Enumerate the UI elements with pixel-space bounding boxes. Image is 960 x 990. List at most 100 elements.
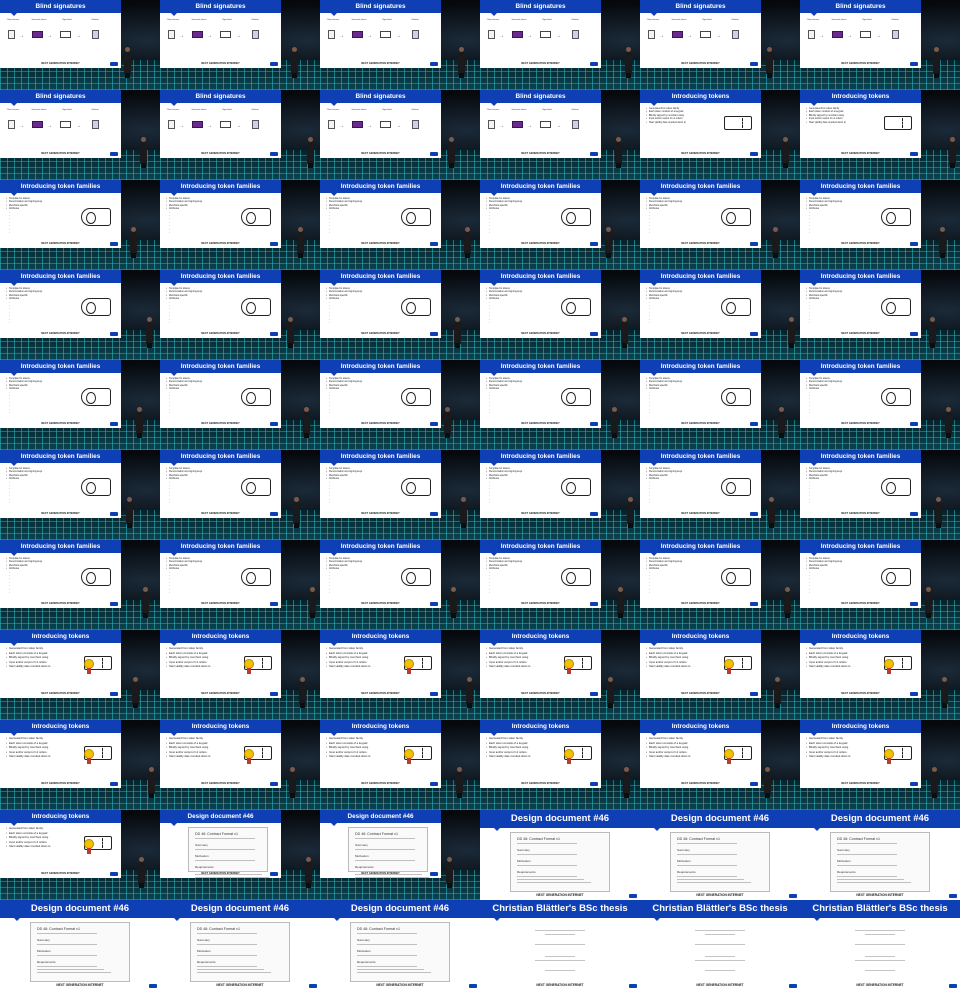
- projected-slide: Blind signatures Client chooses Generates …: [0, 0, 121, 68]
- slide-title: Design document #46: [320, 900, 480, 918]
- video-frame[interactable]: Design document #46 DD 46: Contract Forma…: [640, 810, 800, 900]
- title-notch: [811, 643, 817, 646]
- video-frame[interactable]: Introducing token families Template for t…: [800, 540, 960, 630]
- slide-footer: NEXT GENERATION INTERNET: [41, 692, 80, 695]
- title-notch: [11, 193, 17, 196]
- video-frame[interactable]: Design document #46 DD 46: Contract Forma…: [320, 900, 480, 990]
- video-frame[interactable]: Introducing token families Template for t…: [0, 180, 160, 270]
- step-label: Unblinds: [91, 19, 99, 21]
- video-frame[interactable]: Introducing token families Template for t…: [160, 360, 320, 450]
- video-frame[interactable]: Design document #46 DD 46: Contract Forma…: [0, 900, 160, 990]
- video-frame[interactable]: Design document #46 DD 46: Contract Forma…: [800, 810, 960, 900]
- video-frame[interactable]: Introducing token families Template for t…: [320, 180, 480, 270]
- projected-slide: Introducing token families Template for t…: [480, 270, 601, 338]
- video-frame[interactable]: Introducing token families Template for t…: [320, 540, 480, 630]
- video-frame[interactable]: Introducing token families Template for t…: [800, 270, 960, 360]
- ticket-roll-icon: [881, 208, 911, 226]
- slide-footer: NEXT GENERATION INTERNET: [841, 152, 880, 155]
- title-notch: [171, 193, 177, 196]
- ticket-roll-icon: [881, 568, 911, 586]
- video-frame[interactable]: Introducing token families Template for t…: [480, 540, 640, 630]
- video-frame[interactable]: Introducing token families Template for t…: [160, 270, 320, 360]
- video-frame[interactable]: Christian Blättler's BSc thesis NEXT GENE…: [480, 900, 640, 990]
- projected-slide: Blind signatures Client chooses Generates …: [640, 0, 761, 68]
- video-frame[interactable]: Introducing token families Template for t…: [800, 450, 960, 540]
- video-frame[interactable]: Introducing token families Template for t…: [480, 270, 640, 360]
- video-frame[interactable]: Introducing token families Template for t…: [640, 360, 800, 450]
- video-frame[interactable]: Introducing token families Template for t…: [480, 180, 640, 270]
- video-frame[interactable]: Introducing tokens Generated from token f…: [0, 720, 160, 810]
- text-line: [837, 879, 904, 880]
- speaker-figure: [454, 317, 461, 348]
- bullet-item: Start validity date rounded down to: [6, 665, 76, 670]
- video-frame[interactable]: Introducing token families Template for t…: [0, 360, 160, 450]
- video-frame[interactable]: Blind signatures Client chooses Generates …: [0, 90, 160, 180]
- video-frame[interactable]: Introducing token families Template for t…: [320, 450, 480, 540]
- slide-title: Introducing token families: [640, 270, 761, 283]
- video-frame[interactable]: Introducing token families Template for t…: [640, 540, 800, 630]
- attribute-item: [166, 591, 236, 595]
- video-frame[interactable]: Introducing tokens Generated from token f…: [160, 630, 320, 720]
- video-frame[interactable]: Introducing tokens Generated from token f…: [640, 720, 800, 810]
- speaker-figure: [615, 137, 622, 168]
- video-frame[interactable]: Introducing token families Template for t…: [640, 450, 800, 540]
- video-frame[interactable]: Introducing token families Template for t…: [800, 180, 960, 270]
- video-frame[interactable]: Introducing tokens Generated from token f…: [640, 90, 800, 180]
- title-notch: [491, 373, 497, 376]
- video-frame[interactable]: Blind signatures Client chooses Generates …: [320, 90, 480, 180]
- speaker-figure: [464, 227, 471, 258]
- video-frame[interactable]: Introducing tokens Generated from token f…: [160, 720, 320, 810]
- video-frame[interactable]: Introducing tokens Generated from token f…: [0, 810, 160, 900]
- family-bullet-list: Template for tokensDenomination and sign…: [166, 467, 236, 505]
- video-frame[interactable]: Introducing token families Template for t…: [640, 180, 800, 270]
- video-frame[interactable]: Introducing token families Template for t…: [0, 270, 160, 360]
- video-frame[interactable]: Introducing tokens Generated from token f…: [320, 630, 480, 720]
- video-frame[interactable]: Blind signatures Client chooses Generates …: [160, 90, 320, 180]
- title-notch: [331, 13, 337, 16]
- video-frame[interactable]: Introducing tokens Generated from token f…: [480, 630, 640, 720]
- video-frame[interactable]: Introducing tokens Generated from token f…: [800, 720, 960, 810]
- ticket-roll-icon: [81, 208, 111, 226]
- text-line: [357, 944, 417, 945]
- video-frame[interactable]: Blind signatures Client chooses Generates …: [0, 0, 160, 90]
- video-frame[interactable]: Blind signatures Client chooses Generates …: [800, 0, 960, 90]
- video-frame[interactable]: Blind signatures Client chooses Generates …: [640, 0, 800, 90]
- ngi-logo-icon: [430, 782, 438, 786]
- projected-slide: Introducing token families Template for t…: [640, 450, 761, 518]
- video-frame[interactable]: Blind signatures Client chooses Generates …: [320, 0, 480, 90]
- ngi-logo-icon: [949, 984, 957, 988]
- video-frame[interactable]: Design document #46 DD 46: Contract Forma…: [320, 810, 480, 900]
- signed-document-icon: [732, 30, 739, 39]
- video-frame[interactable]: Design document #46 DD 46: Contract Forma…: [160, 810, 320, 900]
- video-frame[interactable]: Introducing token families Template for t…: [800, 360, 960, 450]
- video-frame[interactable]: Introducing tokens Generated from token f…: [640, 630, 800, 720]
- video-frame[interactable]: Design document #46 DD 46: Contract Forma…: [480, 810, 640, 900]
- bullet-item: Start validity date rounded down to: [806, 121, 876, 125]
- token-bullet-list: Generated from token family.Each token c…: [806, 737, 876, 760]
- video-frame[interactable]: Introducing token families Template for t…: [640, 270, 800, 360]
- video-frame[interactable]: Introducing token families Template for t…: [480, 360, 640, 450]
- video-frame[interactable]: Introducing token families Template for t…: [160, 180, 320, 270]
- video-frame[interactable]: Introducing token families Template for t…: [0, 450, 160, 540]
- video-frame[interactable]: Blind signatures Client chooses Generates …: [160, 0, 320, 90]
- video-frame[interactable]: Design document #46 DD 46: Contract Forma…: [160, 900, 320, 990]
- video-frame[interactable]: Introducing tokens Generated from token f…: [320, 720, 480, 810]
- video-frame[interactable]: Christian Blättler's BSc thesis NEXT GENE…: [800, 900, 960, 990]
- video-frame[interactable]: Introducing tokens Generated from token f…: [800, 630, 960, 720]
- video-frame[interactable]: Blind signatures Client chooses Generates …: [480, 0, 640, 90]
- video-frame[interactable]: Blind signatures Client chooses Generates …: [480, 90, 640, 180]
- video-frame[interactable]: Introducing token families Template for t…: [160, 450, 320, 540]
- token-bullet-list: Generated from token family.Each token c…: [646, 107, 716, 124]
- text-line: [357, 955, 417, 956]
- video-frame[interactable]: Introducing tokens Generated from token f…: [0, 630, 160, 720]
- video-frame[interactable]: Introducing token families Template for t…: [160, 540, 320, 630]
- video-frame[interactable]: Introducing token families Template for t…: [0, 540, 160, 630]
- video-frame[interactable]: Introducing token families Template for t…: [320, 270, 480, 360]
- video-frame[interactable]: Christian Blättler's BSc thesis NEXT GENE…: [640, 900, 800, 990]
- video-frame[interactable]: Introducing token families Template for t…: [480, 450, 640, 540]
- video-frame[interactable]: Introducing tokens Generated from token f…: [800, 90, 960, 180]
- video-frame[interactable]: Introducing tokens Generated from token f…: [480, 720, 640, 810]
- arrow-icon: →: [179, 33, 184, 39]
- title-notch: [811, 373, 817, 376]
- video-frame[interactable]: Introducing token families Template for t…: [320, 360, 480, 450]
